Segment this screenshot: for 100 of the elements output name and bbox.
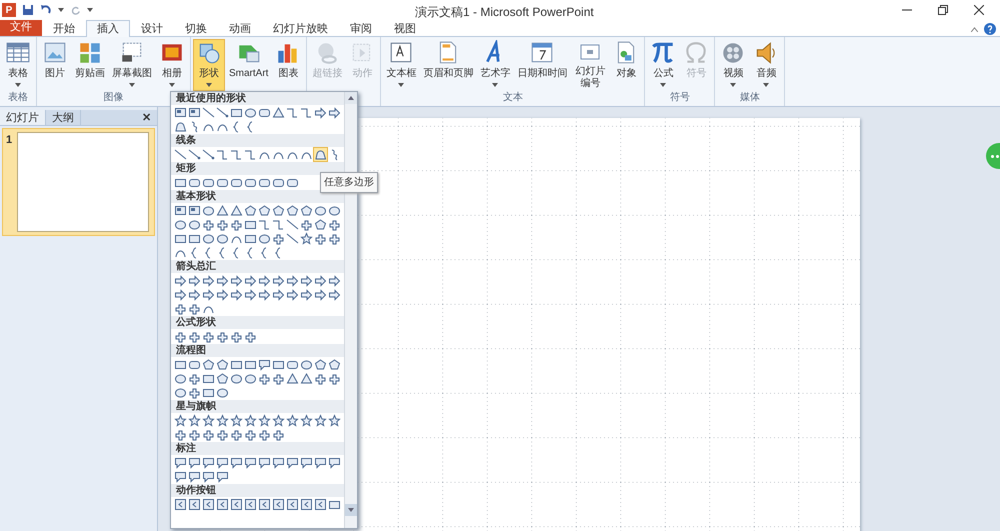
shape-icon[interactable] xyxy=(188,302,201,315)
shape-icon[interactable] xyxy=(258,498,271,511)
ribbon-tab[interactable]: 开始 xyxy=(42,20,86,37)
shape-icon[interactable] xyxy=(230,372,243,385)
shape-icon[interactable] xyxy=(258,288,271,301)
shape-icon[interactable] xyxy=(230,428,243,441)
close-icon[interactable] xyxy=(974,5,984,15)
shape-icon[interactable] xyxy=(216,176,229,189)
shape-icon[interactable] xyxy=(258,372,271,385)
shape-icon[interactable] xyxy=(244,456,257,469)
shape-icon[interactable] xyxy=(244,218,257,231)
shape-icon[interactable] xyxy=(286,498,299,511)
shape-icon[interactable] xyxy=(230,148,243,161)
shape-icon[interactable] xyxy=(174,204,187,217)
shape-icon[interactable] xyxy=(202,386,215,399)
shape-icon[interactable] xyxy=(300,218,313,231)
shape-icon[interactable] xyxy=(188,204,201,217)
ribbon-tab[interactable]: 视图 xyxy=(383,20,427,37)
shape-icon[interactable] xyxy=(188,456,201,469)
shape-icon[interactable] xyxy=(314,414,327,427)
shape-icon[interactable] xyxy=(202,148,215,161)
shape-icon[interactable] xyxy=(174,176,187,189)
shape-icon[interactable] xyxy=(328,414,341,427)
shape-icon[interactable] xyxy=(300,372,313,385)
shape-icon[interactable] xyxy=(314,274,327,287)
ribbon-button[interactable]: 艺术字 xyxy=(477,39,514,91)
shape-icon[interactable] xyxy=(272,414,285,427)
restore-icon[interactable] xyxy=(938,5,948,15)
shape-icon[interactable] xyxy=(286,218,299,231)
shape-icon[interactable] xyxy=(244,106,257,119)
shape-icon[interactable] xyxy=(286,456,299,469)
shape-icon[interactable] xyxy=(216,148,229,161)
shape-icon[interactable] xyxy=(286,106,299,119)
shape-icon[interactable] xyxy=(300,232,313,245)
shape-icon[interactable] xyxy=(230,106,243,119)
shape-icon[interactable] xyxy=(174,386,187,399)
shape-icon[interactable] xyxy=(174,288,187,301)
shape-icon[interactable] xyxy=(258,176,271,189)
shape-icon[interactable] xyxy=(314,372,327,385)
shape-icon[interactable] xyxy=(216,428,229,441)
shape-icon[interactable] xyxy=(244,176,257,189)
shape-icon[interactable] xyxy=(202,470,215,483)
shape-icon[interactable] xyxy=(174,358,187,371)
shape-icon[interactable] xyxy=(328,288,341,301)
shape-icon[interactable] xyxy=(244,498,257,511)
shape-icon[interactable] xyxy=(188,386,201,399)
shape-icon[interactable] xyxy=(188,414,201,427)
shape-icon[interactable] xyxy=(202,498,215,511)
shape-icon[interactable] xyxy=(174,232,187,245)
file-tab[interactable]: 文件 xyxy=(0,19,42,36)
shape-icon[interactable] xyxy=(272,428,285,441)
shape-icon[interactable] xyxy=(174,274,187,287)
ribbon-tab[interactable]: 审阅 xyxy=(339,20,383,37)
shape-icon[interactable] xyxy=(188,148,201,161)
ribbon-button[interactable]: 图片 xyxy=(39,39,71,91)
shape-icon[interactable] xyxy=(258,274,271,287)
shape-icon[interactable] xyxy=(300,358,313,371)
panel-tab[interactable]: 大纲 xyxy=(46,110,81,125)
shape-icon[interactable] xyxy=(174,372,187,385)
shape-icon[interactable] xyxy=(230,456,243,469)
help-icon[interactable] xyxy=(984,23,996,35)
shape-icon[interactable] xyxy=(174,470,187,483)
shape-icon[interactable] xyxy=(188,428,201,441)
shape-icon[interactable] xyxy=(258,232,271,245)
shape-icon[interactable] xyxy=(216,414,229,427)
shape-icon[interactable] xyxy=(272,456,285,469)
shape-icon[interactable] xyxy=(258,414,271,427)
scroll-up-icon[interactable] xyxy=(345,92,357,104)
shape-icon[interactable] xyxy=(230,274,243,287)
shape-icon[interactable] xyxy=(328,204,341,217)
shape-icon[interactable] xyxy=(328,372,341,385)
shape-icon[interactable] xyxy=(216,218,229,231)
ribbon-button[interactable]: 音频 xyxy=(750,39,782,91)
shape-icon[interactable] xyxy=(188,106,201,119)
shape-icon[interactable] xyxy=(244,414,257,427)
shape-icon[interactable] xyxy=(286,274,299,287)
ribbon-button[interactable]: SmartArt xyxy=(226,39,272,91)
shape-icon[interactable] xyxy=(272,288,285,301)
shape-icon[interactable] xyxy=(272,232,285,245)
shape-icon[interactable] xyxy=(216,232,229,245)
shape-icon[interactable] xyxy=(244,148,257,161)
shape-icon[interactable] xyxy=(188,274,201,287)
shape-icon[interactable] xyxy=(244,274,257,287)
ribbon-button[interactable]: 图表 xyxy=(272,39,304,91)
shape-icon[interactable] xyxy=(230,358,243,371)
shape-icon[interactable] xyxy=(202,288,215,301)
shape-icon[interactable] xyxy=(216,498,229,511)
shape-icon[interactable] xyxy=(272,218,285,231)
shape-icon[interactable] xyxy=(202,414,215,427)
shape-icon[interactable] xyxy=(216,386,229,399)
shape-icon[interactable] xyxy=(328,218,341,231)
shape-icon[interactable] xyxy=(314,498,327,511)
shape-icon[interactable] xyxy=(328,456,341,469)
shape-icon[interactable] xyxy=(230,288,243,301)
shape-icon[interactable] xyxy=(202,218,215,231)
shape-icon[interactable] xyxy=(230,330,243,343)
shape-icon[interactable] xyxy=(300,106,313,119)
save-icon[interactable] xyxy=(22,4,34,16)
shape-icon[interactable] xyxy=(216,372,229,385)
shape-icon[interactable] xyxy=(328,498,341,511)
